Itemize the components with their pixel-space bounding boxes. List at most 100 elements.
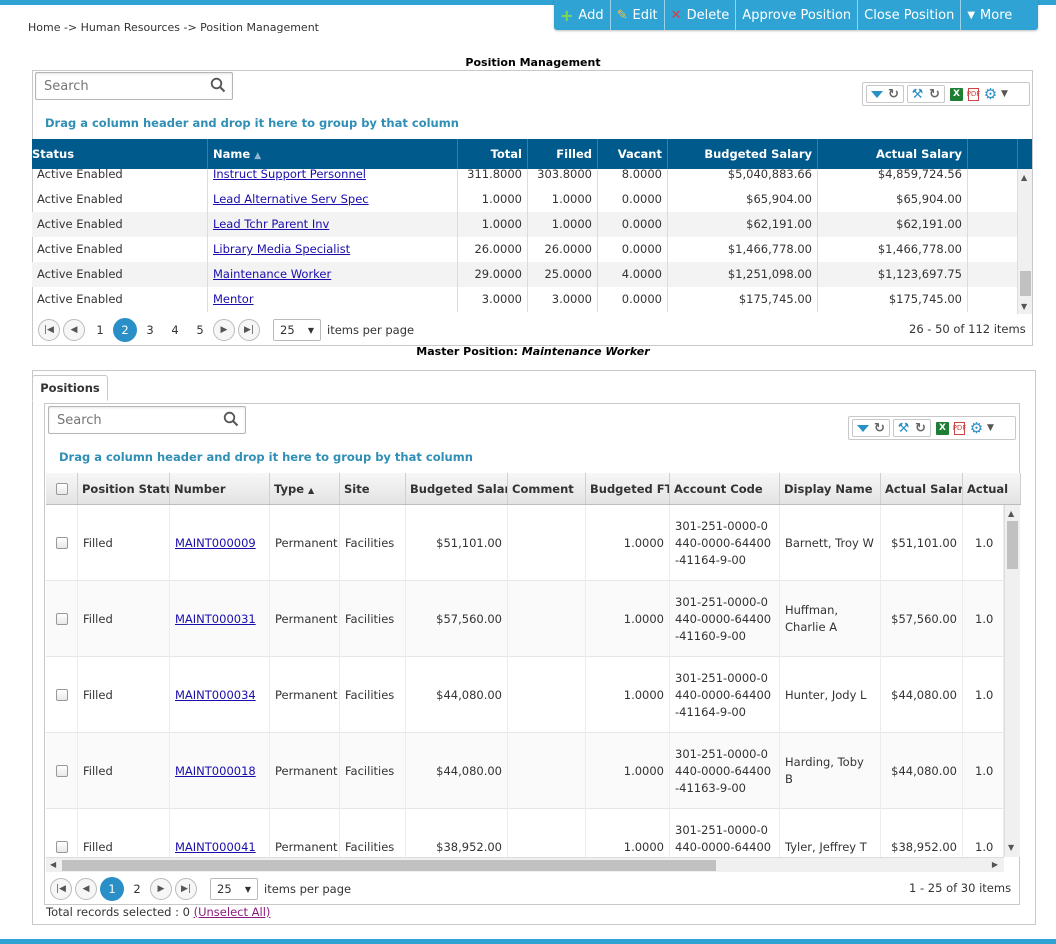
scrollbar-thumb[interactable] (1007, 521, 1018, 569)
position-name-link[interactable]: Lead Tchr Parent Inv (213, 217, 329, 231)
gear-icon[interactable]: ⚙ (968, 419, 985, 437)
table-row[interactable]: Filled MAINT000031 Permanent Facilities … (46, 581, 1004, 657)
reset-icon[interactable]: ↻ (926, 86, 943, 102)
page-1-current[interactable]: 1 (100, 877, 124, 901)
last-page-icon[interactable]: ▶| (175, 878, 197, 900)
pdf-export-icon[interactable]: PDF (951, 420, 968, 436)
tab-positions[interactable]: Positions (32, 375, 108, 401)
next-page-icon[interactable]: ▶ (213, 319, 235, 341)
next-page-icon[interactable]: ▶ (150, 878, 172, 900)
table-row[interactable]: Filled MAINT000041 Permanent Facilities … (46, 809, 1004, 857)
row-checkbox[interactable] (55, 765, 68, 777)
position-number-link[interactable]: MAINT000034 (175, 688, 256, 702)
positions-vertical-scrollbar[interactable]: ▲ ▼ (1004, 505, 1020, 857)
clear-filter-icon[interactable]: ↻ (885, 86, 902, 102)
column-header-comment[interactable]: Comment (508, 473, 586, 504)
table-row[interactable]: Active Enabled Lead Alternative Serv Spe… (32, 187, 1018, 212)
pdf-export-icon[interactable]: PDF (965, 86, 982, 102)
caret-down-icon[interactable]: ▼ (987, 423, 994, 433)
scroll-right-arrow-icon[interactable]: ▶ (992, 860, 998, 869)
page-size-select[interactable]: 25 ▼ (210, 878, 258, 900)
position-name-link[interactable]: Lead Alternative Serv Spec (213, 192, 369, 206)
search-icon[interactable] (210, 77, 226, 96)
position-number-link[interactable]: MAINT000041 (175, 840, 256, 854)
position-name-link[interactable]: Mentor (213, 292, 254, 306)
reset-icon[interactable]: ↻ (912, 420, 929, 436)
column-header-number[interactable]: Number (170, 473, 270, 504)
positions-search-input[interactable] (55, 408, 220, 432)
scrollbar-thumb[interactable] (1020, 271, 1031, 296)
column-header-vacant[interactable]: Vacant (598, 139, 668, 169)
unselect-all-link[interactable]: (Unselect All) (194, 905, 271, 919)
position-name-link[interactable]: Maintenance Worker (213, 267, 331, 281)
column-header-budgeted-salary[interactable]: Budgeted Salary (406, 473, 508, 504)
gear-icon[interactable]: ⚙ (982, 85, 999, 103)
caret-down-icon[interactable]: ▼ (1001, 89, 1008, 99)
add-button[interactable]: + Add (554, 0, 611, 30)
scroll-up-arrow-icon[interactable]: ▲ (1021, 173, 1027, 182)
column-header-name[interactable]: Name ▲ (208, 139, 458, 169)
table-row[interactable]: Active Enabled Library Media Specialist … (32, 237, 1018, 262)
table-row[interactable]: Active Enabled Lead Tchr Parent Inv 1.00… (32, 212, 1018, 237)
delete-button[interactable]: ✕ Delete (665, 0, 737, 30)
column-header-account-code[interactable]: Account Code (670, 473, 780, 504)
row-checkbox[interactable] (55, 841, 68, 853)
position-number-link[interactable]: MAINT000018 (175, 764, 256, 778)
page-size-select[interactable]: 25 ▼ (273, 319, 321, 341)
column-header-position-status[interactable]: Position Status (78, 473, 170, 504)
position-name-link[interactable]: Library Media Specialist (213, 242, 350, 256)
column-header-display-name[interactable]: Display Name (780, 473, 881, 504)
table-row[interactable]: Filled MAINT000009 Permanent Facilities … (46, 505, 1004, 581)
row-checkbox[interactable] (55, 613, 68, 625)
page-5[interactable]: 5 (188, 318, 212, 342)
last-page-icon[interactable]: ▶| (238, 319, 260, 341)
edit-button[interactable]: ✎ Edit (611, 0, 665, 30)
page-3[interactable]: 3 (138, 318, 162, 342)
column-header-type[interactable]: Type ▲ (270, 473, 340, 504)
top-search-box[interactable] (35, 72, 233, 100)
scroll-down-arrow-icon[interactable]: ▼ (1008, 843, 1014, 852)
approve-position-button[interactable]: Approve Position (736, 0, 859, 30)
page-1[interactable]: 1 (88, 318, 112, 342)
column-header-actual[interactable]: Actual (963, 473, 1021, 504)
wrench-icon[interactable]: ⚒ (895, 420, 912, 436)
horizontal-scrollbar-thumb[interactable] (62, 860, 716, 871)
first-page-icon[interactable]: |◀ (50, 878, 72, 900)
row-checkbox[interactable] (55, 689, 68, 701)
column-header-budgeted-salary[interactable]: Budgeted Salary (668, 139, 818, 169)
excel-export-icon[interactable]: X (934, 420, 951, 436)
positions-horizontal-scrollbar[interactable]: ◀ ▶ (46, 857, 1004, 872)
positions-search-box[interactable] (48, 406, 246, 434)
table-row[interactable]: Filled MAINT000018 Permanent Facilities … (46, 733, 1004, 809)
column-header-actual-salary[interactable]: Actual Salary (881, 473, 963, 504)
column-header-actual-salary[interactable]: Actual Salary (818, 139, 968, 169)
table-row[interactable]: Active Enabled Instruct Support Personne… (32, 169, 1018, 187)
row-checkbox[interactable] (55, 537, 68, 549)
select-all-checkbox[interactable] (55, 483, 68, 495)
column-header-total[interactable]: Total (458, 139, 528, 169)
top-search-input[interactable] (42, 74, 207, 98)
column-header-site[interactable]: Site (340, 473, 406, 504)
position-number-link[interactable]: MAINT000009 (175, 536, 256, 550)
wrench-icon[interactable]: ⚒ (909, 86, 926, 102)
filter-icon[interactable] (854, 420, 871, 436)
scroll-down-arrow-icon[interactable]: ▼ (1021, 302, 1027, 311)
page-4[interactable]: 4 (163, 318, 187, 342)
close-position-button[interactable]: Close Position (858, 0, 962, 30)
top-grid-vertical-scrollbar[interactable]: ▲ ▼ (1017, 169, 1032, 314)
excel-export-icon[interactable]: X (948, 86, 965, 102)
table-row[interactable]: Active Enabled Mentor 3.0000 3.0000 0.00… (32, 287, 1018, 312)
column-header-budgeted-fte[interactable]: Budgeted FTE (586, 473, 670, 504)
prev-page-icon[interactable]: ◀ (63, 319, 85, 341)
clear-filter-icon[interactable]: ↻ (871, 420, 888, 436)
table-row[interactable]: Active Enabled Maintenance Worker 29.000… (32, 262, 1018, 287)
column-header-filled[interactable]: Filled (528, 139, 598, 169)
scroll-left-arrow-icon[interactable]: ◀ (50, 860, 56, 869)
position-number-link[interactable]: MAINT000031 (175, 612, 256, 626)
search-icon[interactable] (223, 411, 239, 430)
first-page-icon[interactable]: |◀ (38, 319, 60, 341)
page-2-current[interactable]: 2 (113, 318, 137, 342)
column-header-status[interactable]: Status (32, 139, 208, 169)
page-2[interactable]: 2 (125, 877, 149, 901)
prev-page-icon[interactable]: ◀ (75, 878, 97, 900)
